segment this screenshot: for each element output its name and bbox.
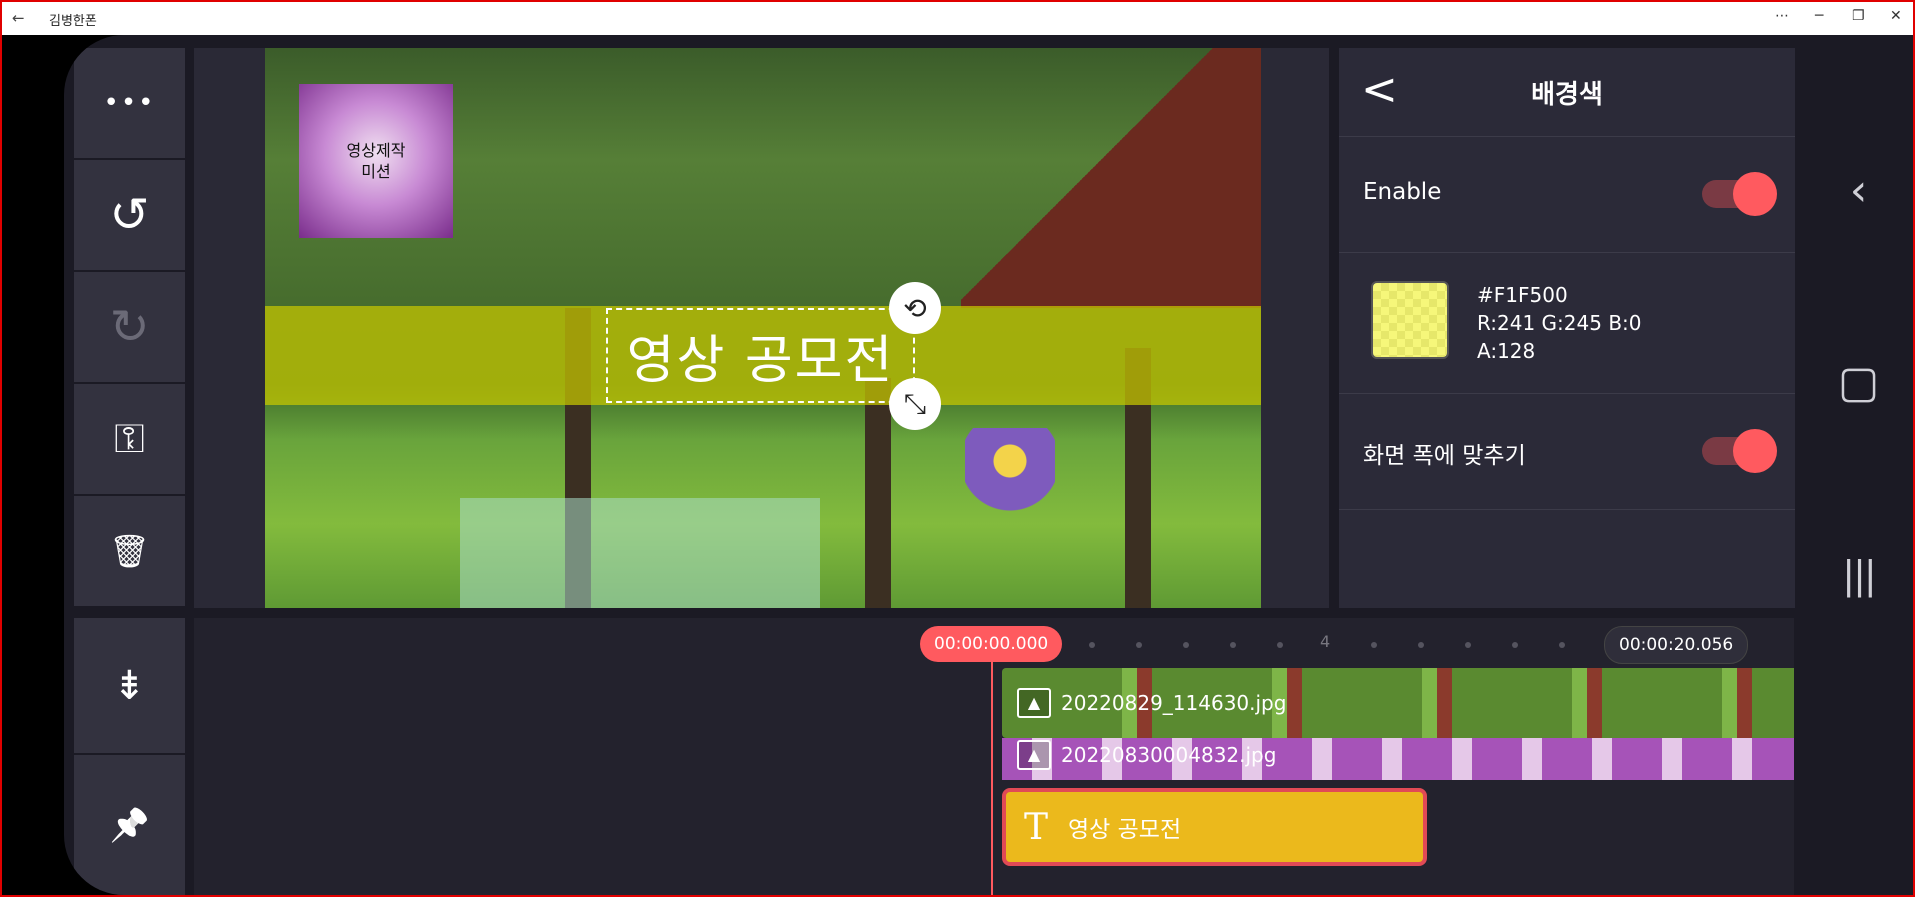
restore-icon[interactable]: ❐ [1852,8,1865,24]
redo-icon: ↻ [109,299,150,355]
title-thumbnail-overlay[interactable]: 영상제작 미션 [299,84,453,238]
color-alpha: A:128 [1477,339,1536,363]
tree-trunk [865,378,891,608]
preview-frame[interactable]: 영상제작 미션 영상 공모전 ⟲ ⤡ [265,48,1261,608]
title-bar: ← 김병한폰 ⋯ ─ ❐ ✕ [2,2,1913,35]
color-info: #F1F500 R:241 G:245 B:0 A:128 [1477,281,1642,365]
nav-home-icon[interactable]: ▢ [1804,357,1913,408]
thumbnail-text-line1: 영상제작 [346,141,406,160]
caption-text-layer[interactable]: 영상 공모전 [606,308,915,403]
delete-button[interactable]: 🗑 [74,496,185,606]
time-tick [1371,642,1377,648]
text-type-icon: T [1024,806,1049,848]
pin-button[interactable]: 📌 [74,755,185,895]
split-button[interactable]: ⇟ [74,618,185,753]
editor-app: ••• ↺ ↻ ⚿ 🗑 영상제작 미션 영상 공모전 ⟲ ⤡ < 배경색 Ena… [64,35,1804,895]
enable-label: Enable [1363,179,1442,205]
back-arrow-icon[interactable]: ← [12,9,25,27]
color-swatch[interactable] [1371,281,1449,359]
enable-toggle[interactable] [1702,172,1777,216]
time-tick [1136,642,1142,648]
enable-row: Enable [1339,137,1795,253]
video-preview: 영상제작 미션 영상 공모전 ⟲ ⤡ [194,48,1329,608]
key-icon: ⚿ [114,416,145,462]
nav-recents-icon[interactable]: ||| [1804,553,1913,597]
thumbnail-text-line2: 미션 [361,162,391,181]
resize-handle-icon[interactable]: ⤡ [889,378,941,430]
more-button[interactable]: ••• [74,48,185,158]
mascot-figure [965,428,1055,538]
android-nav-bar: ‹ ▢ ||| [1804,35,1913,895]
background-color-panel: < 배경색 Enable #F1F500 R:241 G:245 B:0 A:1… [1339,48,1795,608]
time-tick-label: 4 [1320,632,1331,651]
time-tick [1465,642,1471,648]
rotate-handle-icon[interactable]: ⟲ [889,282,941,334]
clip-1-name: 20220829_114630.jpg [1061,691,1287,715]
undo-button[interactable]: ↺ [74,160,185,270]
time-tick [1277,642,1283,648]
more-icon[interactable]: ⋯ [1775,8,1789,24]
clip-2-name: 20220830004832.jpg [1061,743,1277,767]
image-icon: ▲ [1017,688,1051,718]
fit-width-toggle[interactable] [1702,429,1777,473]
time-tick [1418,642,1424,648]
panel-title: 배경색 [1531,80,1603,110]
image-clip-1[interactable]: ▲ 20220829_114630.jpg [1002,668,1794,738]
timeline-toolbar: ⇟ 📌 [74,618,185,895]
fit-width-label: 화면 폭에 맞추기 [1363,443,1526,469]
minimize-icon[interactable]: ─ [1815,8,1823,24]
playhead-time[interactable]: 00:00:00.000 [920,626,1063,662]
glass-structure [460,498,820,608]
text-clip[interactable]: T 영상 공모전 [1002,788,1427,866]
time-tick [1230,642,1236,648]
image-clip-2[interactable]: ▲ 20220830004832.jpg [1002,738,1794,780]
phone-screen: ••• ↺ ↻ ⚿ 🗑 영상제작 미션 영상 공모전 ⟲ ⤡ < 배경색 Ena… [2,35,1913,895]
playhead[interactable] [991,662,993,895]
total-duration: 00:00:20.056 [1604,626,1749,664]
time-tick [1512,642,1518,648]
image-icon: ▲ [1017,740,1051,770]
time-tick [1183,642,1189,648]
nav-back-icon[interactable]: ‹ [1804,165,1913,216]
close-icon[interactable]: ✕ [1890,8,1902,24]
app-window: ← 김병한폰 ⋯ ─ ❐ ✕ ••• ↺ ↻ ⚿ 🗑 영상제작 미션 영상 공모… [0,0,1915,897]
color-rgb: R:241 G:245 B:0 [1477,311,1642,335]
clip-2-label: ▲ 20220830004832.jpg [1017,740,1276,770]
roof-graphic [961,48,1261,308]
trash-icon: 🗑 [109,532,150,570]
undo-icon: ↺ [109,187,150,243]
split-icon: ⇟ [112,662,147,709]
keyframe-button[interactable]: ⚿ [74,384,185,494]
more-icon: ••• [103,88,156,118]
pin-icon: 📌 [109,806,150,844]
time-tick [1089,642,1095,648]
timeline[interactable]: 4 00:00:00.000 00:00:20.056 ▲ 20220829_11… [194,618,1794,895]
text-clip-label: 영상 공모전 [1068,817,1182,843]
color-hex: #F1F500 [1477,283,1568,307]
color-row[interactable]: #F1F500 R:241 G:245 B:0 A:128 [1339,253,1795,394]
window-title: 김병한폰 [49,14,97,29]
redo-button[interactable]: ↻ [74,272,185,382]
time-tick [1559,642,1565,648]
panel-header: < 배경색 [1339,48,1795,137]
clip-1-label: ▲ 20220829_114630.jpg [1017,688,1286,718]
fit-width-row: 화면 폭에 맞추기 [1339,394,1795,510]
